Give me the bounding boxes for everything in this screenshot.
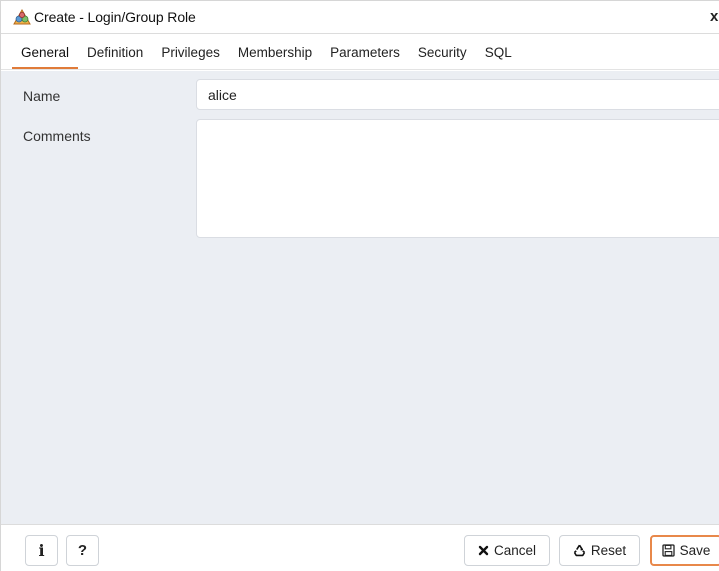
name-input[interactable]: alice bbox=[196, 79, 719, 110]
title-bar[interactable]: Create - Login/Group Role x bbox=[1, 1, 719, 34]
cancel-button[interactable]: Cancel bbox=[464, 535, 550, 566]
times-icon bbox=[478, 545, 489, 556]
help-icon: ? bbox=[77, 542, 88, 559]
general-panel: Name alice Comments bbox=[1, 71, 719, 524]
dialog-footer: i ? Cancel Reset Save bbox=[1, 524, 719, 571]
tab-bar: General Definition Privileges Membership… bbox=[1, 35, 719, 70]
comments-textarea[interactable] bbox=[196, 119, 719, 238]
info-button[interactable]: i bbox=[25, 535, 58, 566]
tab-definition[interactable]: Definition bbox=[78, 35, 152, 69]
dialog-title: Create - Login/Group Role bbox=[34, 9, 196, 25]
floppy-disk-icon bbox=[661, 544, 675, 557]
tab-security[interactable]: Security bbox=[409, 35, 476, 69]
help-button[interactable]: ? bbox=[66, 535, 99, 566]
save-button[interactable]: Save bbox=[650, 535, 719, 566]
tab-sql[interactable]: SQL bbox=[476, 35, 521, 69]
tab-parameters[interactable]: Parameters bbox=[321, 35, 409, 69]
close-icon[interactable]: x bbox=[710, 9, 719, 25]
save-label: Save bbox=[679, 543, 711, 558]
tab-general[interactable]: General bbox=[12, 35, 79, 69]
reset-button[interactable]: Reset bbox=[559, 535, 640, 566]
recycle-icon bbox=[573, 544, 586, 557]
role-icon bbox=[13, 9, 31, 25]
name-label: Name bbox=[23, 88, 61, 104]
reset-label: Reset bbox=[590, 543, 627, 558]
cancel-label: Cancel bbox=[493, 543, 537, 558]
create-role-dialog: Create - Login/Group Role x General Defi… bbox=[0, 0, 719, 571]
tab-membership[interactable]: Membership bbox=[229, 35, 321, 69]
comments-label: Comments bbox=[23, 128, 91, 144]
tab-privileges[interactable]: Privileges bbox=[152, 35, 229, 69]
info-icon: i bbox=[38, 541, 45, 560]
